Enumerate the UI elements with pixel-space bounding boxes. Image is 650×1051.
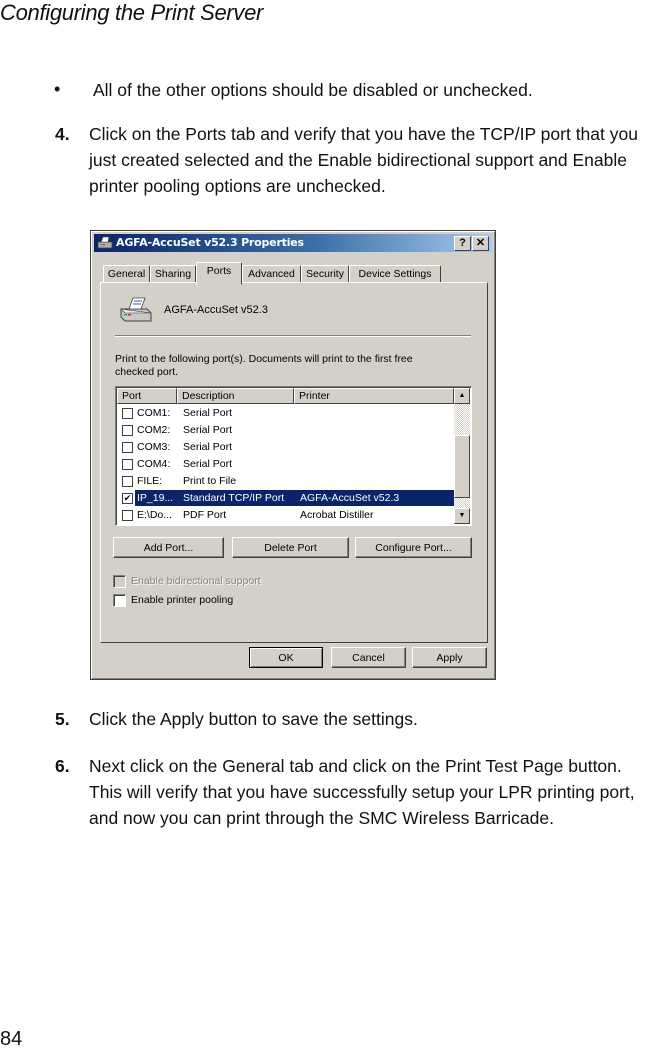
port-name: COM2: <box>137 424 171 436</box>
step-number: 4. <box>55 124 70 144</box>
port-name: COM1: <box>137 407 171 419</box>
port-name: COM3: <box>137 441 171 453</box>
scroll-down-arrow-icon[interactable]: ▼ <box>454 508 470 524</box>
title-bar[interactable]: AGFA-AccuSet v52.3 Properties ? ✕ <box>94 234 492 252</box>
printer-pooling-checkbox[interactable] <box>113 594 126 607</box>
add-port-button[interactable]: Add Port... <box>113 537 224 558</box>
port-checkbox[interactable] <box>122 408 133 419</box>
port-description: Serial Port <box>183 407 233 419</box>
bullet-symbol: • <box>54 79 61 99</box>
port-checkbox[interactable] <box>122 459 133 470</box>
bullet-text: All of the other options should be disab… <box>93 80 533 100</box>
cancel-button[interactable]: Cancel <box>331 647 406 668</box>
ok-button[interactable]: OK <box>249 647 323 668</box>
column-header-description[interactable]: Description <box>177 388 294 404</box>
port-row[interactable]: COM2: Serial Port <box>117 422 454 439</box>
port-name: E:\Do... <box>137 509 173 521</box>
help-button[interactable]: ? <box>454 236 471 251</box>
bidirectional-support-checkbox <box>113 575 126 588</box>
port-row[interactable]: E:\Do... PDF Port Acrobat Distiller <box>117 507 454 524</box>
tab-ports[interactable]: Ports <box>196 262 242 285</box>
port-checkbox[interactable] <box>122 425 133 436</box>
port-description: Serial Port <box>183 458 233 470</box>
tab-sharing[interactable]: Sharing <box>150 265 196 283</box>
tab-security[interactable]: Security <box>301 265 349 283</box>
configure-port-button[interactable]: Configure Port... <box>355 537 472 558</box>
step-text: Click the Apply button to save the setti… <box>89 709 418 729</box>
port-row[interactable]: COM3: Serial Port <box>117 439 454 456</box>
port-description: Serial Port <box>183 441 233 453</box>
printer-icon <box>97 236 113 249</box>
port-checkbox[interactable] <box>122 442 133 453</box>
step-number: 5. <box>55 709 70 729</box>
scroll-up-arrow-icon[interactable]: ▲ <box>454 388 470 404</box>
port-name: IP_19... <box>137 492 174 504</box>
column-header-port[interactable]: Port <box>117 388 177 404</box>
tab-advanced[interactable]: Advanced <box>242 265 301 283</box>
close-button[interactable]: ✕ <box>472 236 489 251</box>
step-number: 6. <box>55 756 70 776</box>
ports-list-scrollbar[interactable]: ▲ ▼ <box>454 388 470 524</box>
ports-instructions: Print to the following port(s). Document… <box>115 353 413 378</box>
port-printer: Acrobat Distiller <box>300 509 374 521</box>
port-row[interactable]: COM4: Serial Port <box>117 456 454 473</box>
printer-large-icon <box>120 297 152 322</box>
port-checkbox[interactable] <box>122 476 133 487</box>
port-row[interactable]: ✔ IP_19... Standard TCP/IP Port AGFA-Acc… <box>117 490 454 507</box>
printer-name: AGFA-AccuSet v52.3 <box>164 304 268 316</box>
printer-properties-dialog: AGFA-AccuSet v52.3 Properties ? ✕ Genera… <box>90 230 496 680</box>
ports-tab-panel: AGFA-AccuSet v52.3 Print to the followin… <box>100 282 488 643</box>
column-header-printer[interactable]: Printer <box>294 388 454 404</box>
dialog-title: AGFA-AccuSet v52.3 Properties <box>116 236 304 249</box>
bidirectional-support-label: Enable bidirectional support <box>131 575 261 587</box>
printer-pooling-label[interactable]: Enable printer pooling <box>131 594 233 606</box>
port-checkbox[interactable] <box>122 510 133 521</box>
step-text: Next click on the General tab and click … <box>89 756 635 828</box>
port-row[interactable]: COM1: Serial Port <box>117 405 454 422</box>
ports-list-header: Port Description Printer <box>117 388 454 404</box>
port-description: Standard TCP/IP Port <box>183 492 285 504</box>
tab-general[interactable]: General <box>103 265 150 283</box>
running-head: Configuring the Print Server <box>0 0 264 25</box>
port-name: COM4: <box>137 458 171 470</box>
ports-list[interactable]: Port Description Printer COM1: Serial Po… <box>115 386 472 526</box>
separator <box>115 335 471 337</box>
port-printer: AGFA-AccuSet v52.3 <box>300 492 400 504</box>
port-description: Serial Port <box>183 424 233 436</box>
port-checkbox[interactable]: ✔ <box>122 493 133 504</box>
apply-button[interactable]: Apply <box>412 647 487 668</box>
port-description: PDF Port <box>183 509 227 521</box>
delete-port-button[interactable]: Delete Port <box>232 537 349 558</box>
tab-device-settings[interactable]: Device Settings <box>349 265 441 283</box>
port-description: Print to File <box>183 475 237 487</box>
page-number: 84 <box>0 1028 23 1050</box>
port-row[interactable]: FILE: Print to File <box>117 473 454 490</box>
step-text: Click on the Ports tab and verify that y… <box>89 124 638 196</box>
scroll-thumb[interactable] <box>454 435 470 498</box>
port-name: FILE: <box>137 475 163 487</box>
ports-list-rows: COM1: Serial Port COM2: Serial Port COM3… <box>117 405 454 524</box>
